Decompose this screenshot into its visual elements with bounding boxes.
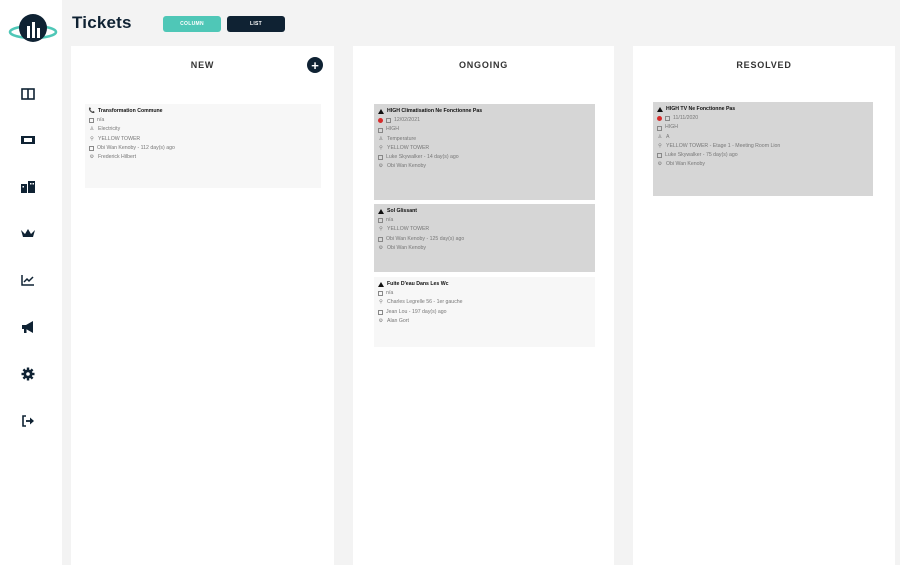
- reporter-icon: [378, 155, 383, 161]
- ticket-assignee: Alan Gort: [387, 317, 409, 324]
- ticket-title: Fuite D'eau Dans Les Wc: [387, 281, 449, 287]
- calendar-icon: [378, 218, 383, 224]
- ticket-assignee: Obi Wan Kenoby: [666, 161, 706, 168]
- ticket-date: n/a: [386, 217, 394, 224]
- calendar-icon: [665, 116, 670, 122]
- logout-icon[interactable]: [18, 411, 38, 431]
- ticket-card[interactable]: HIGH Climatisation Ne Fonctionne Pas 12/…: [374, 104, 595, 200]
- location-icon: ⚲: [379, 226, 383, 233]
- ticket-category: Temperature: [387, 135, 417, 142]
- tickets-icon[interactable]: [18, 130, 38, 150]
- category-icon: ♙: [657, 133, 663, 140]
- app-logo: [8, 14, 58, 42]
- ticket-card[interactable]: HIGH TV Ne Fonctionne Pas 11/11/2020 HIG…: [653, 102, 873, 196]
- location-icon: ⚲: [379, 144, 383, 151]
- reporter-icon: [378, 309, 383, 315]
- chart-icon[interactable]: [18, 270, 38, 290]
- ticket-location: Charles Legrelle 56 - 1er gauche: [387, 299, 463, 306]
- calendar-icon: [386, 118, 391, 124]
- gear-icon[interactable]: [18, 364, 38, 384]
- calendar-icon: [89, 118, 94, 124]
- priority-icon: [378, 127, 383, 133]
- warning-icon: [657, 107, 663, 113]
- ticket-title: HIGH Climatisation Ne Fonctionne Pas: [387, 108, 483, 114]
- column-resolved: RESOLVED HIGH TV Ne Fonctionne Pas 11/11…: [633, 46, 895, 565]
- ticket-reporter: Luke Skywalker - 75 day(s) ago: [665, 152, 738, 159]
- ticket-reporter: Luke Skywalker - 14 day(s) ago: [386, 154, 459, 161]
- phone-icon: 📞: [88, 108, 96, 114]
- list-view-button[interactable]: LIST: [227, 16, 285, 32]
- warning-icon: [378, 109, 384, 115]
- page-title: Tickets: [72, 13, 132, 32]
- add-ticket-button[interactable]: +: [307, 57, 323, 73]
- sidebar: [0, 0, 62, 565]
- category-icon: ♙: [378, 135, 384, 142]
- location-icon: ⚲: [658, 142, 662, 149]
- warning-icon: [378, 209, 384, 215]
- column-view-button[interactable]: COLUMN: [163, 16, 221, 32]
- location-icon: ⚲: [379, 299, 383, 306]
- ticket-title: Sol Glissant: [387, 208, 417, 214]
- ticket-location: YELLOW TOWER: [98, 135, 141, 142]
- column-ongoing: ONGOING HIGH Climatisation Ne Fonctionne…: [353, 46, 614, 565]
- ticket-priority: HIGH: [386, 126, 399, 133]
- megaphone-icon[interactable]: [18, 317, 38, 337]
- calendar-icon: [378, 291, 383, 297]
- category-icon: ♙: [89, 126, 95, 133]
- ticket-card[interactable]: Fuite D'eau Dans Les Wc n/a ⚲ Charles Leg…: [374, 277, 595, 347]
- ticket-title: HIGH TV Ne Fonctionne Pas: [666, 106, 736, 112]
- assignee-icon: ⚙: [89, 154, 95, 161]
- warning-icon: [378, 282, 384, 288]
- ticket-title: Transformation Commune: [98, 108, 163, 114]
- reporter-icon: [378, 236, 383, 242]
- priority-dot-icon: [378, 118, 383, 124]
- priority-icon: [657, 125, 662, 131]
- assignee-icon: ⚙: [378, 163, 384, 170]
- ticket-location: YELLOW TOWER: [387, 226, 430, 233]
- column-title: ONGOING: [458, 60, 509, 70]
- column-title: NEW: [190, 60, 215, 70]
- ticket-reporter: Jean Lou - 197 day(s) ago: [386, 308, 447, 315]
- column-title: RESOLVED: [736, 60, 792, 70]
- priority-dot-icon: [657, 116, 662, 122]
- reporter-icon: [657, 153, 662, 159]
- ticket-category: A: [666, 133, 670, 140]
- ticket-date: 12/02/2021: [394, 117, 420, 124]
- column-new: NEW + 📞 Transformation Commune n/a ♙ Elect…: [71, 46, 334, 565]
- dashboard-icon[interactable]: [18, 84, 38, 104]
- assignee-icon: ⚙: [657, 161, 663, 168]
- ticket-category: Electricity: [98, 126, 121, 133]
- reporter-icon: [89, 145, 94, 151]
- assignee-icon: ⚙: [378, 244, 384, 251]
- assignee-icon: ⚙: [378, 317, 384, 324]
- ticket-date: n/a: [97, 117, 105, 124]
- ticket-reporter: Obi Wan Kenoby - 125 day(s) ago: [386, 235, 465, 242]
- ticket-assignee: Obi Wan Kenoby: [387, 163, 427, 170]
- crown-icon[interactable]: [18, 223, 38, 243]
- location-icon: ⚲: [90, 135, 94, 142]
- ticket-assignee: Obi Wan Kenoby: [387, 244, 427, 251]
- ticket-date: n/a: [386, 290, 394, 297]
- ticket-card[interactable]: Sol Glissant n/a ⚲ YELLOW TOWER Obi Wan K…: [374, 204, 595, 272]
- ticket-date: 11/11/2020: [673, 115, 699, 122]
- ticket-assignee: Frederick Hilbert: [98, 154, 137, 161]
- ticket-priority: HIGH: [665, 124, 678, 131]
- ticket-reporter: Obi Wan Kenoby - 112 day(s) ago: [97, 144, 175, 151]
- ticket-location: YELLOW TOWER: [387, 144, 430, 151]
- buildings-icon[interactable]: [18, 177, 38, 197]
- ticket-location: YELLOW TOWER - Etage 1 - Meeting Room Li…: [666, 142, 781, 149]
- ticket-card[interactable]: 📞 Transformation Commune n/a ♙ Electricity…: [85, 104, 321, 188]
